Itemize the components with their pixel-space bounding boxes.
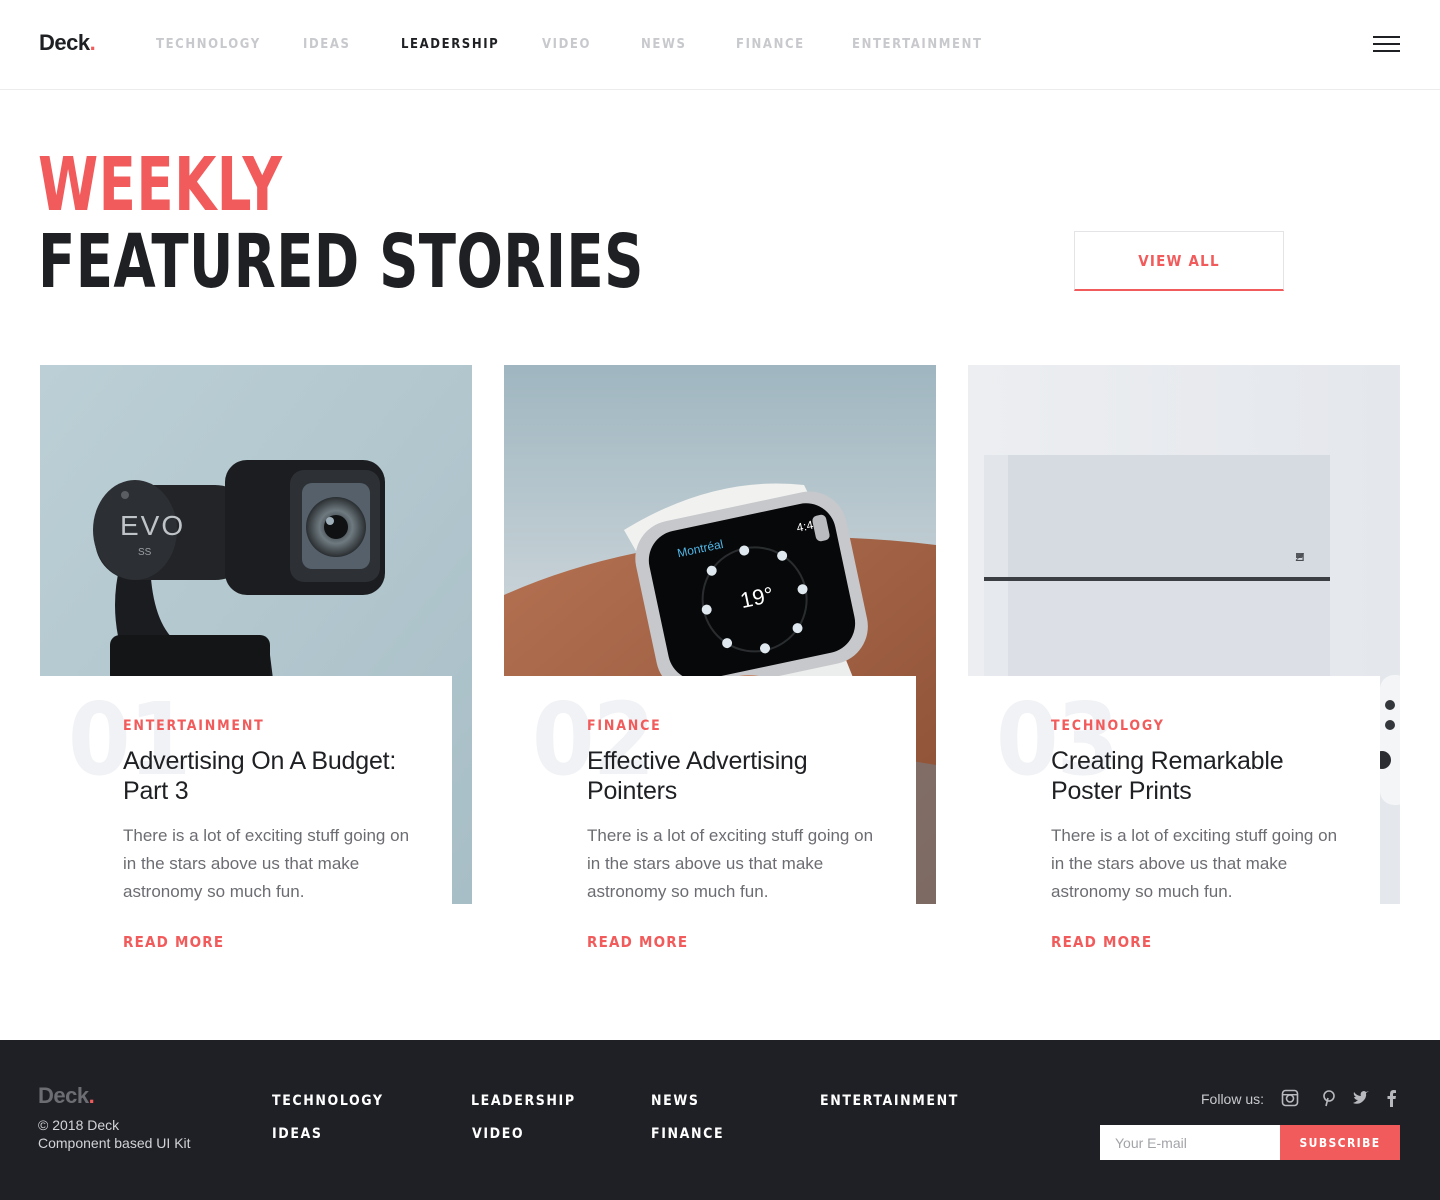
footer-logo[interactable]: Deck. — [38, 1083, 95, 1109]
svg-text:⊿: ⊿ — [1294, 549, 1306, 565]
pinterest-icon[interactable] — [1320, 1089, 1338, 1107]
read-more-link[interactable]: READ MORE — [123, 933, 224, 951]
footer-copyright: © 2018 Deck Component based UI Kit — [38, 1116, 191, 1152]
instagram-icon[interactable] — [1281, 1089, 1299, 1107]
footer-nav-leadership[interactable]: LEADERSHIP — [471, 1093, 576, 1109]
subscribe-button[interactable]: SUBSCRIBE — [1280, 1125, 1400, 1160]
nav-item-technology[interactable]: TECHNOLOGY — [156, 37, 261, 52]
card-title[interactable]: Advertising On A Budget: Part 3 — [123, 746, 433, 806]
twitter-icon[interactable] — [1352, 1089, 1370, 1107]
view-all-button[interactable]: VIEW ALL — [1074, 231, 1284, 291]
card-excerpt: There is a lot of exciting stuff going o… — [587, 826, 874, 901]
footer-nav-technology[interactable]: TECHNOLOGY — [272, 1093, 384, 1109]
nav-item-entertainment[interactable]: ENTERTAINMENT — [852, 37, 983, 52]
nav-item-finance[interactable]: FINANCE — [736, 37, 805, 52]
read-more-link[interactable]: READ MORE — [587, 933, 688, 951]
footer-nav-ideas[interactable]: IDEAS — [272, 1126, 323, 1142]
hamburger-menu-icon[interactable] — [1373, 36, 1400, 53]
svg-text:SS: SS — [138, 547, 152, 558]
read-more-link[interactable]: READ MORE — [1051, 933, 1152, 951]
site-header: Deck. TECHNOLOGY IDEAS LEADERSHIP VIDEO … — [0, 0, 1440, 90]
card-title[interactable]: Effective Advertising Pointers — [587, 746, 897, 806]
card-category[interactable]: TECHNOLOGY — [1051, 718, 1165, 734]
page-title: FEATURED STORIES — [38, 219, 644, 305]
footer-nav-video[interactable]: VIDEO — [472, 1126, 524, 1142]
nav-item-news[interactable]: NEWS — [641, 37, 687, 52]
nav-item-video[interactable]: VIDEO — [542, 37, 591, 52]
facebook-icon[interactable] — [1384, 1089, 1402, 1107]
card-category[interactable]: ENTERTAINMENT — [123, 718, 265, 734]
svg-text:EVO: EVO — [120, 510, 185, 541]
hero-kicker: WEEKLY — [38, 142, 283, 228]
nav-item-leadership[interactable]: LEADERSHIP — [401, 37, 499, 52]
footer-nav-entertainment[interactable]: ENTERTAINMENT — [820, 1093, 959, 1109]
nav-item-ideas[interactable]: IDEAS — [303, 37, 351, 52]
copyright-text: © 2018 Deck — [38, 1117, 120, 1133]
card-title[interactable]: Creating Remarkable Poster Prints — [1051, 746, 1361, 806]
footer-nav-news[interactable]: NEWS — [651, 1093, 700, 1109]
card-excerpt: There is a lot of exciting stuff going o… — [123, 826, 410, 901]
card-category[interactable]: FINANCE — [587, 718, 662, 734]
email-input[interactable] — [1100, 1125, 1280, 1160]
follow-label: Follow us: — [1201, 1091, 1265, 1107]
tagline-text: Component based UI Kit — [38, 1135, 191, 1151]
card-excerpt: There is a lot of exciting stuff going o… — [1051, 826, 1338, 901]
footer-nav-finance[interactable]: FINANCE — [651, 1126, 724, 1142]
site-footer — [0, 1040, 1440, 1200]
logo[interactable]: Deck. — [39, 30, 96, 56]
